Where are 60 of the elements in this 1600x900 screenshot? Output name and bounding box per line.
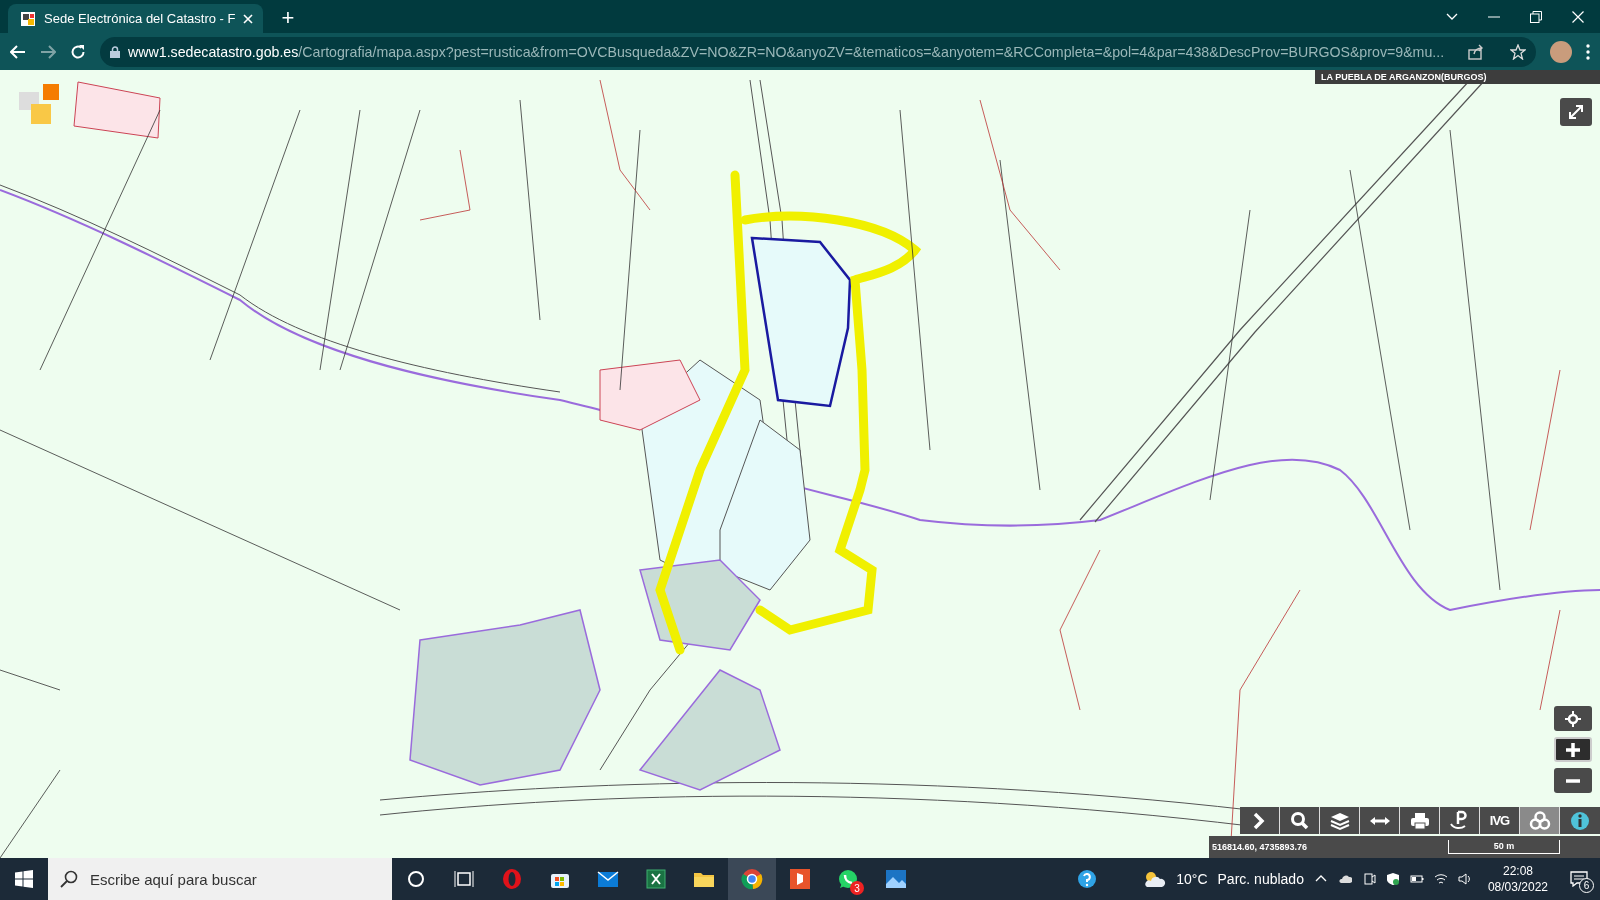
profile-avatar[interactable] <box>1550 40 1572 63</box>
notifications-icon[interactable] <box>1570 871 1588 887</box>
minimize-icon[interactable] <box>1488 15 1500 18</box>
notification-count: 6 <box>1579 878 1594 893</box>
spreadsheet-app-icon[interactable] <box>645 868 667 890</box>
whatsapp-icon[interactable] <box>837 868 859 890</box>
battery-icon[interactable] <box>1409 872 1424 886</box>
camera-icon[interactable] <box>1361 872 1376 886</box>
new-tab-button[interactable]: + <box>277 5 299 31</box>
temperature-text: 10°C <box>1176 871 1208 887</box>
close-icon[interactable] <box>243 13 254 24</box>
share-icon[interactable] <box>1468 43 1484 60</box>
photos-app-icon[interactable] <box>885 868 907 890</box>
help-icon[interactable] <box>1076 868 1099 890</box>
close-icon[interactable] <box>1572 10 1584 23</box>
clock-time[interactable]: 22:08 <box>1502 863 1533 879</box>
menu-icon[interactable] <box>1586 43 1590 60</box>
wifi-icon[interactable] <box>1433 872 1448 886</box>
taskbar-search-field[interactable]: Escribe aquí para buscar <box>48 858 392 900</box>
forward-arrow-icon[interactable] <box>40 44 56 59</box>
weather-cloud-sun-icon <box>1142 869 1167 889</box>
expand-icon <box>1568 104 1584 120</box>
catastro-logo-icon <box>19 84 61 124</box>
restore-icon[interactable] <box>1530 10 1542 23</box>
url-text: www1.sedecatastro.gob.es/Cartografia/mapa.aspx?pest=rustica&from=OVCBusqueda&ZV=NO&ZR=NO&anyoZV=&tematicos=&anyotem=&RCCompleta=&pol=4&par=438&DescProv=BURGOS&prov=9&mu... <box>128 43 1445 60</box>
region-label: LA PUEBLA DE ARGANZON(BURGOS) <box>1315 70 1600 84</box>
minus-icon <box>1566 778 1580 783</box>
crosshair-icon <box>1565 710 1581 727</box>
chrome-logo-icon[interactable] <box>741 868 763 890</box>
search-icon <box>1288 809 1311 832</box>
browser-tab[interactable]: Sede Electrónica del Catastro - F <box>8 4 264 33</box>
clock-date[interactable]: 08/03/2022 <box>1487 879 1548 895</box>
zoom-in-button[interactable] <box>1554 737 1592 762</box>
notification-badge: 3 <box>850 881 864 895</box>
zoom-out-button[interactable] <box>1554 768 1592 793</box>
site-icon <box>20 10 36 27</box>
scale-bar: 50 m <box>1448 840 1560 854</box>
search-placeholder: Escribe aquí para buscar <box>90 870 257 888</box>
shield-icon[interactable] <box>1385 872 1400 886</box>
locate-button[interactable] <box>1554 706 1592 731</box>
address-bar[interactable]: www1.sedecatastro.gob.es/Cartografia/mapa.aspx?pest=rustica&from=OVCBusqueda&ZV=NO&ZR=NO&anyoZV=&tematicos=&anyotem=&RCCompleta=&pol=4&par=438&DescProv=BURGOS&prov=9&mu... <box>100 36 1536 67</box>
lock-icon <box>110 45 120 58</box>
mail-envelope-icon[interactable] <box>597 868 619 890</box>
opera-logo-icon[interactable] <box>501 868 523 890</box>
three-circles-icon <box>1528 809 1551 832</box>
chevron-down-icon[interactable] <box>1446 12 1458 21</box>
star-icon[interactable] <box>1510 43 1526 60</box>
reload-icon[interactable] <box>70 43 86 60</box>
back-arrow-icon[interactable] <box>10 44 26 59</box>
document-app-icon[interactable] <box>789 868 811 890</box>
search-icon <box>60 870 78 888</box>
info-icon <box>1569 809 1591 832</box>
windows-logo-icon[interactable] <box>15 870 33 888</box>
cortana-circle-icon[interactable] <box>405 868 427 890</box>
weather-text: Parc. nublado <box>1217 871 1304 887</box>
plus-icon <box>1565 741 1581 758</box>
speaker-icon[interactable] <box>1457 872 1472 886</box>
task-view-icon[interactable] <box>453 868 475 890</box>
fullscreen-button[interactable] <box>1560 98 1592 126</box>
coordinates-text: 516814.60, 4735893.76 <box>1212 842 1308 852</box>
